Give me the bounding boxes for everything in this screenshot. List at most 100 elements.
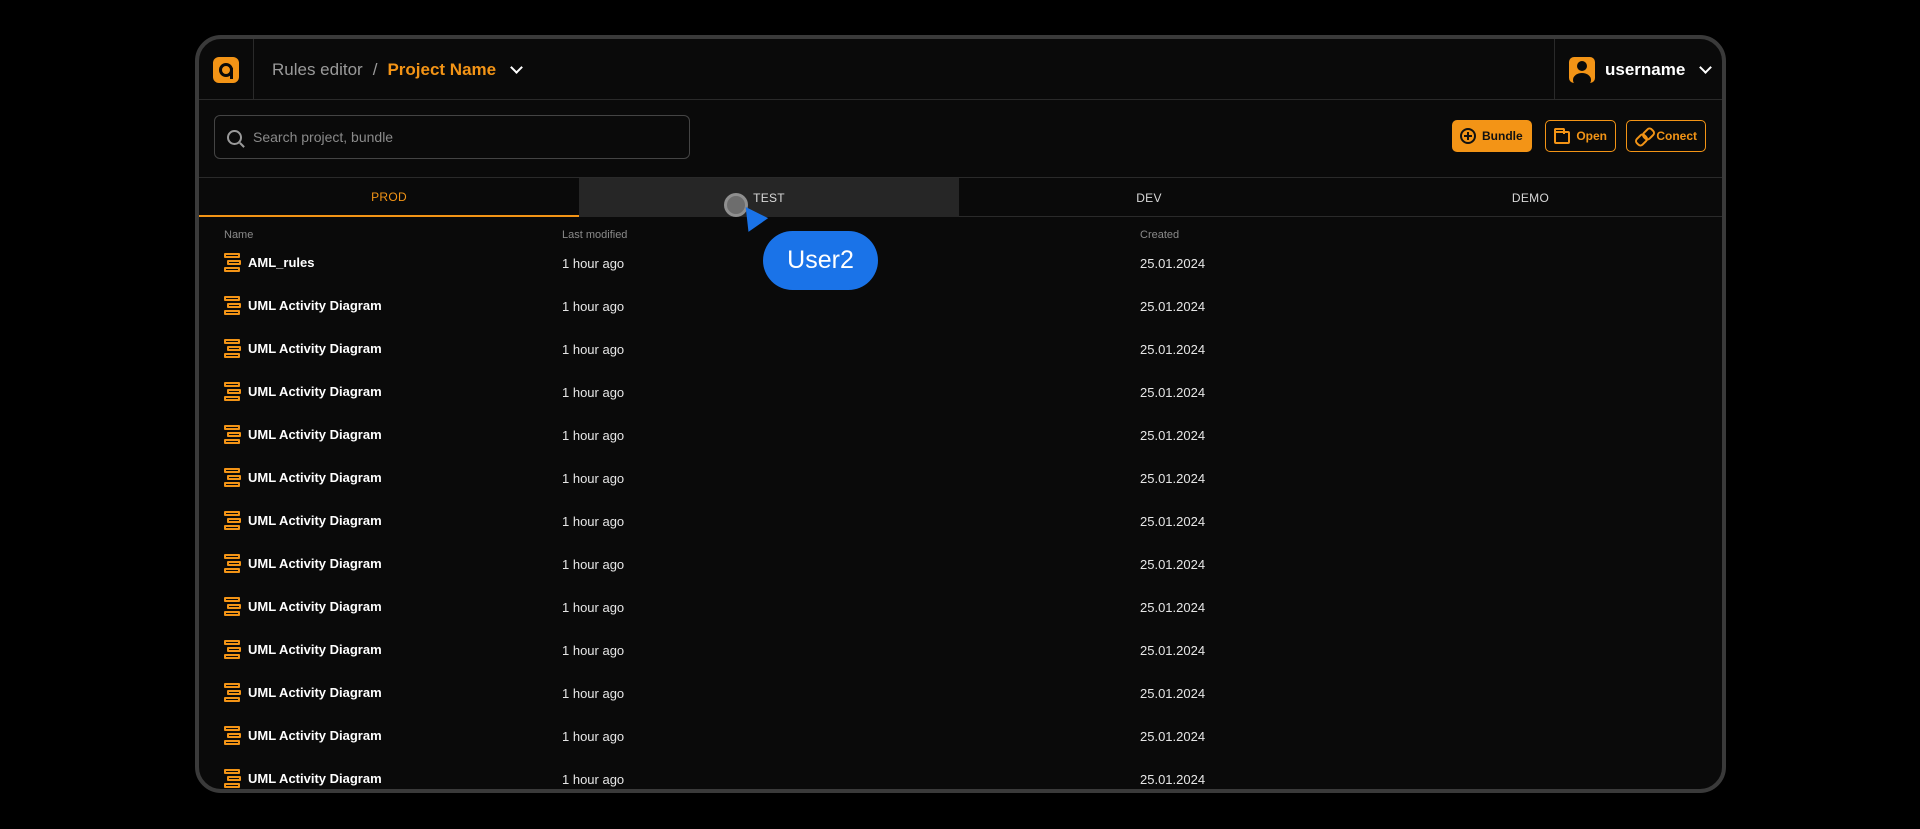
row-name: UML Activity Diagram (248, 685, 382, 700)
diagram-icon (224, 597, 242, 617)
row-name: UML Activity Diagram (248, 427, 382, 442)
table-row[interactable]: UML Activity Diagram 1 hour ago 25.01.2024 (199, 458, 1722, 501)
table-row[interactable]: UML Activity Diagram 1 hour ago 25.01.2024 (199, 630, 1722, 673)
row-created: 25.01.2024 (1140, 557, 1206, 572)
row-name: UML Activity Diagram (248, 298, 382, 313)
diagram-icon (224, 339, 242, 359)
search-box[interactable] (214, 115, 690, 159)
bundle-button[interactable]: Bundle (1452, 120, 1532, 152)
table-row[interactable]: UML Activity Diagram 1 hour ago 25.01.2024 (199, 673, 1722, 716)
chevron-down-icon[interactable] (1699, 60, 1713, 74)
row-created: 25.01.2024 (1140, 729, 1206, 744)
column-header-modified[interactable]: Last modified (562, 229, 627, 241)
environment-tabs: PROD TEST DEV DEMO (199, 178, 1722, 217)
column-header-name[interactable]: Name (224, 229, 253, 241)
projects-table: Name Last modified Created AML_rules 1 ho… (199, 217, 1722, 789)
tab-test[interactable]: TEST (579, 178, 959, 217)
logo-cell[interactable] (199, 39, 254, 100)
row-last-modified: 1 hour ago (562, 729, 625, 744)
row-last-modified: 1 hour ago (562, 514, 625, 529)
row-last-modified: 1 hour ago (562, 643, 625, 658)
row-last-modified: 1 hour ago (562, 557, 625, 572)
row-name: AML_rules (248, 255, 315, 270)
row-created: 25.01.2024 (1140, 342, 1206, 357)
breadcrumb-separator: / (372, 59, 378, 79)
open-button[interactable]: Open (1545, 120, 1616, 152)
username-label: username (1605, 59, 1686, 79)
row-created: 25.01.2024 (1140, 643, 1206, 658)
user-menu[interactable]: username (1554, 39, 1722, 100)
search-icon (227, 129, 242, 145)
diagram-icon (224, 683, 242, 703)
row-name: UML Activity Diagram (248, 771, 382, 786)
table-row[interactable]: UML Activity Diagram 1 hour ago 25.01.2024 (199, 544, 1722, 587)
row-created: 25.01.2024 (1140, 514, 1206, 529)
row-last-modified: 1 hour ago (562, 686, 625, 701)
diagram-icon (224, 468, 242, 488)
diagram-icon (224, 640, 242, 660)
row-name: UML Activity Diagram (248, 341, 382, 356)
table-row[interactable]: AML_rules 1 hour ago 25.01.2024 (199, 243, 1722, 286)
row-last-modified: 1 hour ago (562, 428, 625, 443)
row-created: 25.01.2024 (1140, 686, 1206, 701)
diagram-icon (224, 382, 242, 402)
row-created: 25.01.2024 (1140, 256, 1206, 271)
user-avatar-icon (1569, 56, 1595, 83)
breadcrumb-root[interactable]: Rules editor (272, 60, 363, 80)
table-row[interactable]: UML Activity Diagram 1 hour ago 25.01.2024 (199, 286, 1722, 329)
diagram-icon (224, 554, 242, 574)
diagram-icon (224, 769, 242, 789)
breadcrumb: Rules editor / Project Name (272, 39, 523, 100)
toolbar: Bundle Open Conect (199, 100, 1722, 178)
table-body: AML_rules 1 hour ago 25.01.2024 UML Activit… (199, 243, 1722, 789)
open-button-label: Open (1576, 129, 1607, 143)
row-created: 25.01.2024 (1140, 772, 1206, 787)
tab-prod[interactable]: PROD (199, 178, 579, 217)
column-header-created[interactable]: Created (1140, 229, 1179, 241)
connect-button-label: Conect (1656, 129, 1697, 143)
search-input[interactable] (253, 129, 673, 145)
row-name: UML Activity Diagram (248, 642, 382, 657)
table-row[interactable]: UML Activity Diagram 1 hour ago 25.01.2024 (199, 716, 1722, 759)
table-row[interactable]: UML Activity Diagram 1 hour ago 25.01.2024 (199, 415, 1722, 458)
row-last-modified: 1 hour ago (562, 471, 625, 486)
top-bar: Rules editor / Project Name username (199, 39, 1722, 100)
folder-icon (1554, 127, 1571, 144)
tab-demo[interactable]: DEMO (1339, 178, 1722, 217)
tab-dev[interactable]: DEV (959, 178, 1339, 217)
row-last-modified: 1 hour ago (562, 385, 625, 400)
row-created: 25.01.2024 (1140, 428, 1206, 443)
plus-circle-icon (1460, 128, 1476, 144)
row-last-modified: 1 hour ago (562, 600, 625, 615)
app-window: Rules editor / Project Name username Bun… (195, 35, 1726, 793)
row-created: 25.01.2024 (1140, 385, 1206, 400)
diagram-icon (224, 726, 242, 746)
row-name: UML Activity Diagram (248, 513, 382, 528)
table-row[interactable]: UML Activity Diagram 1 hour ago 25.01.2024 (199, 759, 1722, 789)
link-icon (1635, 127, 1650, 145)
row-created: 25.01.2024 (1140, 471, 1206, 486)
row-last-modified: 1 hour ago (562, 256, 625, 271)
project-name-dropdown[interactable]: Project Name (387, 60, 496, 80)
bundle-button-label: Bundle (1482, 129, 1523, 143)
row-last-modified: 1 hour ago (562, 342, 625, 357)
row-last-modified: 1 hour ago (562, 772, 625, 787)
app-logo-icon[interactable] (213, 56, 239, 83)
table-row[interactable]: UML Activity Diagram 1 hour ago 25.01.2024 (199, 372, 1722, 415)
chevron-down-icon[interactable] (510, 60, 523, 74)
row-name: UML Activity Diagram (248, 470, 382, 485)
row-last-modified: 1 hour ago (562, 299, 625, 314)
table-row[interactable]: UML Activity Diagram 1 hour ago 25.01.2024 (199, 501, 1722, 544)
table-header: Name Last modified Created (199, 217, 1722, 243)
row-created: 25.01.2024 (1140, 299, 1206, 314)
table-row[interactable]: UML Activity Diagram 1 hour ago 25.01.2024 (199, 329, 1722, 372)
row-name: UML Activity Diagram (248, 556, 382, 571)
row-name: UML Activity Diagram (248, 384, 382, 399)
diagram-icon (224, 425, 242, 445)
row-name: UML Activity Diagram (248, 728, 382, 743)
diagram-icon (224, 296, 242, 316)
table-row[interactable]: UML Activity Diagram 1 hour ago 25.01.2024 (199, 587, 1722, 630)
diagram-icon (224, 253, 242, 273)
row-created: 25.01.2024 (1140, 600, 1206, 615)
connect-button[interactable]: Conect (1626, 120, 1706, 152)
